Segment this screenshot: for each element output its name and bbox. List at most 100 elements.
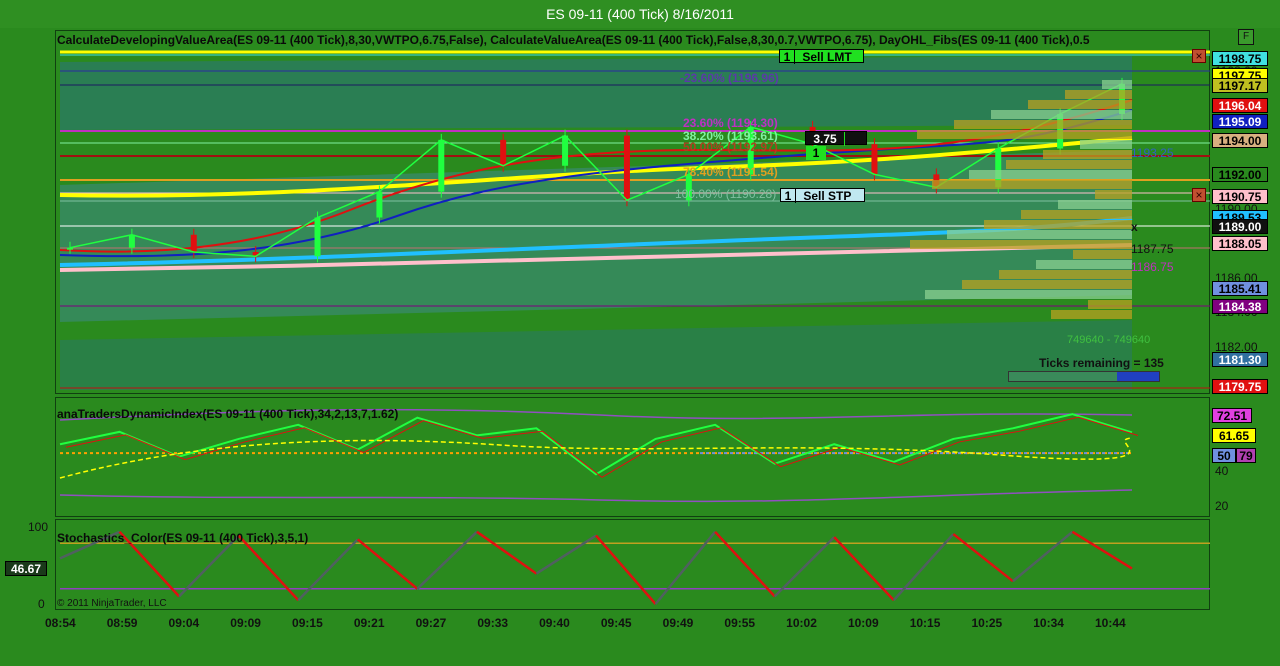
volume-profile-bar-5: [917, 130, 1132, 139]
close-sell-lmt-icon[interactable]: ×: [1192, 49, 1206, 63]
time-tick-10: 09:49: [662, 616, 694, 630]
value-area-lower: [60, 320, 1132, 390]
volume-profile-bar-11: [1095, 190, 1132, 199]
price-bar-7: [500, 139, 507, 166]
volume-profile-bar-22: [1088, 300, 1132, 309]
stoch-seg-4: [237, 534, 300, 602]
dti-tick-1: 20: [1215, 499, 1229, 514]
time-tick-5: 09:21: [353, 616, 385, 630]
fib-label-5000: 50.00% (1192.97): [683, 140, 778, 154]
sell-stp-order[interactable]: 1 Sell STP: [780, 188, 865, 203]
value-area-upper: [60, 56, 1132, 130]
volume-profile-bar-0: [1102, 80, 1132, 89]
price-badge-11: 1185.41: [1212, 281, 1268, 297]
price-bar-4: [314, 217, 321, 257]
time-tick-1: 08:59: [106, 616, 138, 630]
volume-profile-bar-23: [1051, 310, 1132, 319]
time-tick-14: 10:15: [909, 616, 941, 630]
price-bar-6: [438, 139, 445, 192]
stoch-seg-17: [1012, 530, 1074, 583]
dti-lower-band: [59, 489, 1133, 503]
volume-profile-bar-12: [1058, 200, 1132, 209]
volume-profile-bar-13: [1021, 210, 1132, 219]
stoch-tick-0: 0: [38, 597, 45, 611]
sell-stp-label: Sell STP: [803, 189, 852, 203]
vwap-label: 1193.25: [1131, 146, 1174, 160]
price-bar-9: [623, 135, 630, 201]
position-qty: 1: [806, 146, 826, 160]
volume-profile-bar-10: [932, 180, 1132, 189]
sell-lmt-order[interactable]: 1 Sell LMT: [779, 49, 864, 64]
stoch-seg-10: [595, 534, 657, 605]
copyright-text: © 2011 NinjaTrader, LLC: [57, 598, 167, 609]
time-tick-8: 09:40: [539, 616, 570, 630]
fib-label-10000: 100.00% (1190.28): [675, 187, 777, 201]
fib-label-m2360: -23.60% (1196.96): [680, 71, 779, 85]
price-badge-2: 1197.17: [1212, 78, 1268, 94]
volume-profile-bar-7: [1043, 150, 1132, 159]
stoch-tick-100: 100: [28, 520, 49, 534]
price-badge-3: 1196.04: [1212, 97, 1268, 113]
dti-badge-2: 50: [1212, 448, 1236, 463]
lower-label-2: 1186.75: [1131, 260, 1174, 274]
dti-badge-3: 79: [1236, 448, 1256, 463]
time-tick-2: 09:04: [168, 616, 200, 630]
volume-profile-bar-17: [1073, 250, 1132, 259]
price-badge-5: 1194.00: [1212, 132, 1268, 148]
stoch-seg-15: [892, 533, 955, 602]
close-sell-stp-icon[interactable]: ×: [1192, 188, 1206, 202]
volume-profile-bar-18: [1036, 260, 1132, 269]
ticks-remaining: Ticks remaining = 135: [1039, 356, 1164, 370]
price-bar-1: [128, 234, 135, 248]
volume-profile-bar-9: [969, 170, 1132, 179]
volume-profile-bar-21: [925, 290, 1132, 299]
price-badge-12: 1184.38: [1212, 298, 1268, 314]
time-tick-15: 10:25: [971, 616, 1003, 630]
position-value: 3.75: [806, 132, 845, 146]
price-panel-title: CalculateDevelopingValueArea(ES 09-11 (4…: [57, 33, 1090, 47]
time-tick-12: 10:02: [786, 616, 817, 630]
time-tick-13: 10:09: [847, 616, 879, 630]
fib-label-7840: 78.40% (1191.54): [683, 165, 778, 179]
time-tick-4: 09:15: [292, 616, 323, 630]
volume-label: 749640 - 749640: [1067, 334, 1151, 346]
time-tick-3: 09:09: [230, 616, 261, 630]
volume-profile-bar-6: [1080, 140, 1132, 149]
volume-profile-bar-2: [1028, 100, 1132, 109]
time-tick-7: 09:33: [477, 616, 509, 630]
chart-canvas[interactable]: [0, 0, 1280, 666]
price-badge-9: 1189.00: [1212, 219, 1268, 235]
volume-profile-bar-15: [947, 230, 1132, 239]
volume-profile-bar-4: [954, 120, 1132, 129]
fib-label-2360: 23.60% (1194.30): [683, 116, 778, 130]
time-tick-0: 08:54: [45, 616, 76, 630]
dti-badge-0: 72.51: [1212, 408, 1252, 423]
volume-profile-bar-8: [1006, 160, 1132, 169]
sell-stp-qty: 1: [781, 189, 796, 203]
stoch-seg-8: [476, 530, 538, 575]
price-badge-6: 1192.00: [1212, 167, 1268, 183]
time-tick-11: 09:55: [724, 616, 756, 630]
price-badge-7: 1190.75: [1212, 188, 1268, 204]
stoch-seg-13: [773, 536, 836, 598]
price-bar-5: [376, 191, 383, 218]
x-marker: x: [1131, 220, 1138, 234]
stoch-seg-18: [1071, 530, 1133, 570]
ticks-progress-fill: [1117, 372, 1159, 381]
time-tick-17: 10:44: [1095, 616, 1126, 630]
stoch-seg-5: [297, 538, 359, 602]
stochastics-panel-title: Stochastics_Color(ES 09-11 (400 Tick),3,…: [57, 531, 309, 545]
stoch-seg-6: [356, 538, 419, 590]
time-tick-6: 09:27: [415, 616, 447, 630]
volume-profile-bar-19: [999, 270, 1132, 279]
time-tick-16: 10:34: [1033, 616, 1064, 630]
lower-label-1: 1187.75: [1131, 242, 1174, 256]
price-badge-13: 1181.30: [1212, 351, 1268, 367]
stoch-current-badge: 46.67: [5, 561, 47, 576]
price-bar-13: [871, 144, 878, 175]
volume-profile-bar-3: [991, 110, 1132, 119]
time-tick-9: 09:45: [600, 616, 632, 630]
volume-profile-bar-1: [1065, 90, 1132, 99]
position-marker[interactable]: 3.75 1: [805, 131, 867, 160]
stoch-seg-14: [833, 536, 895, 602]
